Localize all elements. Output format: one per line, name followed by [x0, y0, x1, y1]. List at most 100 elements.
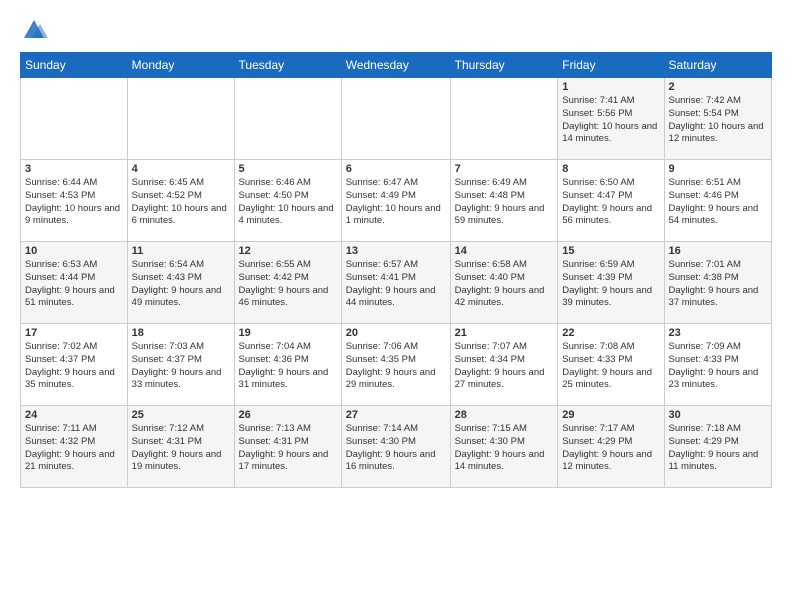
calendar-header-monday: Monday	[127, 53, 234, 78]
day-number: 20	[346, 327, 446, 339]
calendar-cell: 17 Sunrise: 7:02 AM Sunset: 4:37 PM Dayli…	[21, 324, 128, 406]
day-number: 10	[25, 245, 123, 257]
calendar-cell: 21 Sunrise: 7:07 AM Sunset: 4:34 PM Dayli…	[450, 324, 558, 406]
day-number: 22	[562, 327, 659, 339]
calendar-header-wednesday: Wednesday	[341, 53, 450, 78]
day-number: 7	[455, 163, 554, 175]
day-number: 11	[132, 245, 230, 257]
calendar-cell: 4 Sunrise: 6:45 AM Sunset: 4:52 PM Daylig…	[127, 160, 234, 242]
day-info: Sunrise: 7:15 AM Sunset: 4:30 PM Dayligh…	[455, 423, 554, 474]
calendar-cell	[450, 78, 558, 160]
day-info: Sunrise: 6:54 AM Sunset: 4:43 PM Dayligh…	[132, 259, 230, 310]
day-info: Sunrise: 7:12 AM Sunset: 4:31 PM Dayligh…	[132, 423, 230, 474]
logo-icon	[20, 16, 48, 44]
day-number: 12	[239, 245, 337, 257]
day-info: Sunrise: 7:42 AM Sunset: 5:54 PM Dayligh…	[669, 95, 767, 146]
day-number: 21	[455, 327, 554, 339]
calendar-week-2: 10 Sunrise: 6:53 AM Sunset: 4:44 PM Dayli…	[21, 242, 772, 324]
calendar-cell: 13Sunrise: 6:57 AM Sunset: 4:41 PM Dayli…	[341, 242, 450, 324]
day-info: Sunrise: 6:45 AM Sunset: 4:52 PM Dayligh…	[132, 177, 230, 228]
calendar-cell: 1 Sunrise: 7:41 AM Sunset: 5:56 PM Daylig…	[558, 78, 664, 160]
calendar-cell	[21, 78, 128, 160]
day-number: 26	[239, 409, 337, 421]
day-number: 23	[669, 327, 767, 339]
day-number: 24	[25, 409, 123, 421]
day-info: Sunrise: 7:04 AM Sunset: 4:36 PM Dayligh…	[239, 341, 337, 392]
calendar-cell: 22 Sunrise: 7:08 AM Sunset: 4:33 PM Dayli…	[558, 324, 664, 406]
day-info: Sunrise: 7:08 AM Sunset: 4:33 PM Dayligh…	[562, 341, 659, 392]
calendar-cell: 19 Sunrise: 7:04 AM Sunset: 4:36 PM Dayli…	[234, 324, 341, 406]
day-number: 1	[562, 81, 659, 93]
day-number: 9	[669, 163, 767, 175]
calendar-header-thursday: Thursday	[450, 53, 558, 78]
day-number: 19	[239, 327, 337, 339]
calendar-cell: 18Sunrise: 7:03 AM Sunset: 4:37 PM Dayli…	[127, 324, 234, 406]
day-number: 14	[455, 245, 554, 257]
day-info: Sunrise: 7:11 AM Sunset: 4:32 PM Dayligh…	[25, 423, 123, 474]
logo	[20, 16, 52, 44]
calendar-header-friday: Friday	[558, 53, 664, 78]
day-number: 30	[669, 409, 767, 421]
day-info: Sunrise: 7:02 AM Sunset: 4:37 PM Dayligh…	[25, 341, 123, 392]
header	[20, 16, 772, 44]
calendar-cell: 29Sunrise: 7:17 AM Sunset: 4:29 PM Dayli…	[558, 406, 664, 488]
day-info: Sunrise: 6:58 AM Sunset: 4:40 PM Dayligh…	[455, 259, 554, 310]
day-number: 17	[25, 327, 123, 339]
day-info: Sunrise: 7:01 AM Sunset: 4:38 PM Dayligh…	[669, 259, 767, 310]
calendar-cell: 5 Sunrise: 6:46 AM Sunset: 4:50 PM Daylig…	[234, 160, 341, 242]
calendar-cell: 30Sunrise: 7:18 AM Sunset: 4:29 PM Dayli…	[664, 406, 771, 488]
day-number: 13	[346, 245, 446, 257]
calendar-cell: 24 Sunrise: 7:11 AM Sunset: 4:32 PM Dayli…	[21, 406, 128, 488]
calendar-cell: 20 Sunrise: 7:06 AM Sunset: 4:35 PM Dayli…	[341, 324, 450, 406]
calendar-header-sunday: Sunday	[21, 53, 128, 78]
calendar-header-tuesday: Tuesday	[234, 53, 341, 78]
calendar: SundayMondayTuesdayWednesdayThursdayFrid…	[20, 52, 772, 488]
calendar-week-4: 24 Sunrise: 7:11 AM Sunset: 4:32 PM Dayli…	[21, 406, 772, 488]
day-info: Sunrise: 6:46 AM Sunset: 4:50 PM Dayligh…	[239, 177, 337, 228]
day-info: Sunrise: 7:17 AM Sunset: 4:29 PM Dayligh…	[562, 423, 659, 474]
calendar-cell: 7 Sunrise: 6:49 AM Sunset: 4:48 PM Daylig…	[450, 160, 558, 242]
day-number: 3	[25, 163, 123, 175]
calendar-cell: 9Sunrise: 6:51 AM Sunset: 4:46 PM Daylig…	[664, 160, 771, 242]
day-number: 6	[346, 163, 446, 175]
day-number: 18	[132, 327, 230, 339]
calendar-cell: 28 Sunrise: 7:15 AM Sunset: 4:30 PM Dayli…	[450, 406, 558, 488]
day-info: Sunrise: 7:09 AM Sunset: 4:33 PM Dayligh…	[669, 341, 767, 392]
day-number: 8	[562, 163, 659, 175]
calendar-cell: 10 Sunrise: 6:53 AM Sunset: 4:44 PM Dayli…	[21, 242, 128, 324]
day-number: 28	[455, 409, 554, 421]
day-info: Sunrise: 6:44 AM Sunset: 4:53 PM Dayligh…	[25, 177, 123, 228]
day-info: Sunrise: 7:41 AM Sunset: 5:56 PM Dayligh…	[562, 95, 659, 146]
calendar-week-3: 17 Sunrise: 7:02 AM Sunset: 4:37 PM Dayli…	[21, 324, 772, 406]
page: SundayMondayTuesdayWednesdayThursdayFrid…	[0, 0, 792, 612]
day-info: Sunrise: 6:59 AM Sunset: 4:39 PM Dayligh…	[562, 259, 659, 310]
calendar-cell: 11 Sunrise: 6:54 AM Sunset: 4:43 PM Dayli…	[127, 242, 234, 324]
day-number: 5	[239, 163, 337, 175]
calendar-header-saturday: Saturday	[664, 53, 771, 78]
calendar-cell	[127, 78, 234, 160]
calendar-cell: 15 Sunrise: 6:59 AM Sunset: 4:39 PM Dayli…	[558, 242, 664, 324]
calendar-cell: 23 Sunrise: 7:09 AM Sunset: 4:33 PM Dayli…	[664, 324, 771, 406]
day-number: 2	[669, 81, 767, 93]
calendar-cell: 16 Sunrise: 7:01 AM Sunset: 4:38 PM Dayli…	[664, 242, 771, 324]
calendar-cell: 25Sunrise: 7:12 AM Sunset: 4:31 PM Dayli…	[127, 406, 234, 488]
calendar-cell	[234, 78, 341, 160]
calendar-cell: 3 Sunrise: 6:44 AM Sunset: 4:53 PM Daylig…	[21, 160, 128, 242]
day-info: Sunrise: 7:06 AM Sunset: 4:35 PM Dayligh…	[346, 341, 446, 392]
day-info: Sunrise: 6:55 AM Sunset: 4:42 PM Dayligh…	[239, 259, 337, 310]
calendar-cell: 14 Sunrise: 6:58 AM Sunset: 4:40 PM Dayli…	[450, 242, 558, 324]
calendar-week-0: 1 Sunrise: 7:41 AM Sunset: 5:56 PM Daylig…	[21, 78, 772, 160]
calendar-cell: 8Sunrise: 6:50 AM Sunset: 4:47 PM Daylig…	[558, 160, 664, 242]
day-info: Sunrise: 7:13 AM Sunset: 4:31 PM Dayligh…	[239, 423, 337, 474]
day-info: Sunrise: 7:14 AM Sunset: 4:30 PM Dayligh…	[346, 423, 446, 474]
calendar-cell: 27Sunrise: 7:14 AM Sunset: 4:30 PM Dayli…	[341, 406, 450, 488]
calendar-cell: 26 Sunrise: 7:13 AM Sunset: 4:31 PM Dayli…	[234, 406, 341, 488]
day-info: Sunrise: 7:07 AM Sunset: 4:34 PM Dayligh…	[455, 341, 554, 392]
day-info: Sunrise: 6:53 AM Sunset: 4:44 PM Dayligh…	[25, 259, 123, 310]
day-info: Sunrise: 6:49 AM Sunset: 4:48 PM Dayligh…	[455, 177, 554, 228]
day-number: 15	[562, 245, 659, 257]
calendar-cell: 2 Sunrise: 7:42 AM Sunset: 5:54 PM Daylig…	[664, 78, 771, 160]
day-number: 16	[669, 245, 767, 257]
day-info: Sunrise: 6:47 AM Sunset: 4:49 PM Dayligh…	[346, 177, 446, 228]
day-number: 4	[132, 163, 230, 175]
